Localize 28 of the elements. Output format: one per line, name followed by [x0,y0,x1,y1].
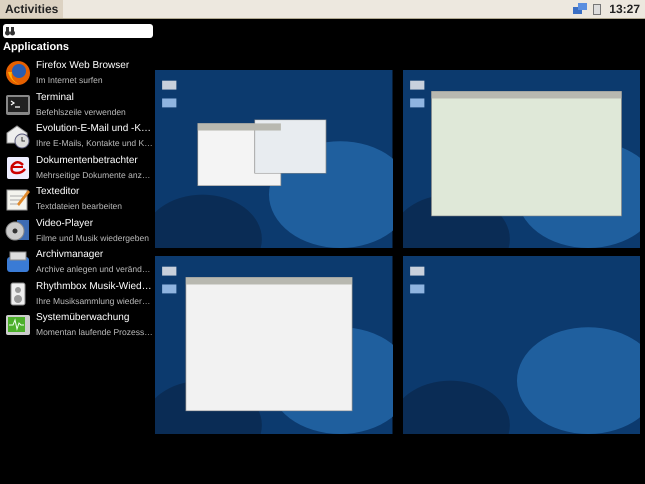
app-name[interactable]: Texteditor [36,185,122,200]
app-name[interactable]: Archivmanager [36,248,150,262]
app-description: Befehlszeile verwenden [36,106,126,119]
app-description: Im Internet surfen [36,74,104,88]
section-heading: Applications [3,40,70,55]
app-name[interactable]: Evolution-E-Mail und -K… [36,122,153,136]
app-name[interactable]: Firefox Web Browser [36,59,130,74]
app-description: Mehrseitige Dokumente anz… [36,168,150,182]
activities-button[interactable]: Activities [0,0,64,18]
binoculars-icon [5,26,15,36]
network-icon[interactable] [573,3,588,15]
app-name[interactable]: Dokumentenbetrachter [36,154,150,168]
search-field[interactable] [3,24,153,38]
app-name[interactable]: Video-Player [36,216,149,231]
clock[interactable]: 13:27 [609,0,640,18]
app-name[interactable]: Systemüberwachung [36,311,153,326]
envelope-clock-icon [5,123,31,150]
globe-icon [5,60,31,86]
document-icon [5,154,31,181]
app-description: Momentan laufende Prozess… [36,326,153,340]
app-name[interactable]: Terminal [36,90,126,105]
app-description: Archive anlegen und veränd… [36,263,150,276]
app-description: Ihre Musiksammlung wieder… [36,294,152,308]
app-description: Filme und Musik wiedergeben [36,232,149,245]
app-name[interactable]: Rhythmbox Musik-Wied… [36,280,152,294]
app-description: Textdateien bearbeiten [36,200,122,214]
battery-icon[interactable] [593,4,602,14]
app-description: Ihre E-Mails, Kontakte und K… [36,137,153,150]
